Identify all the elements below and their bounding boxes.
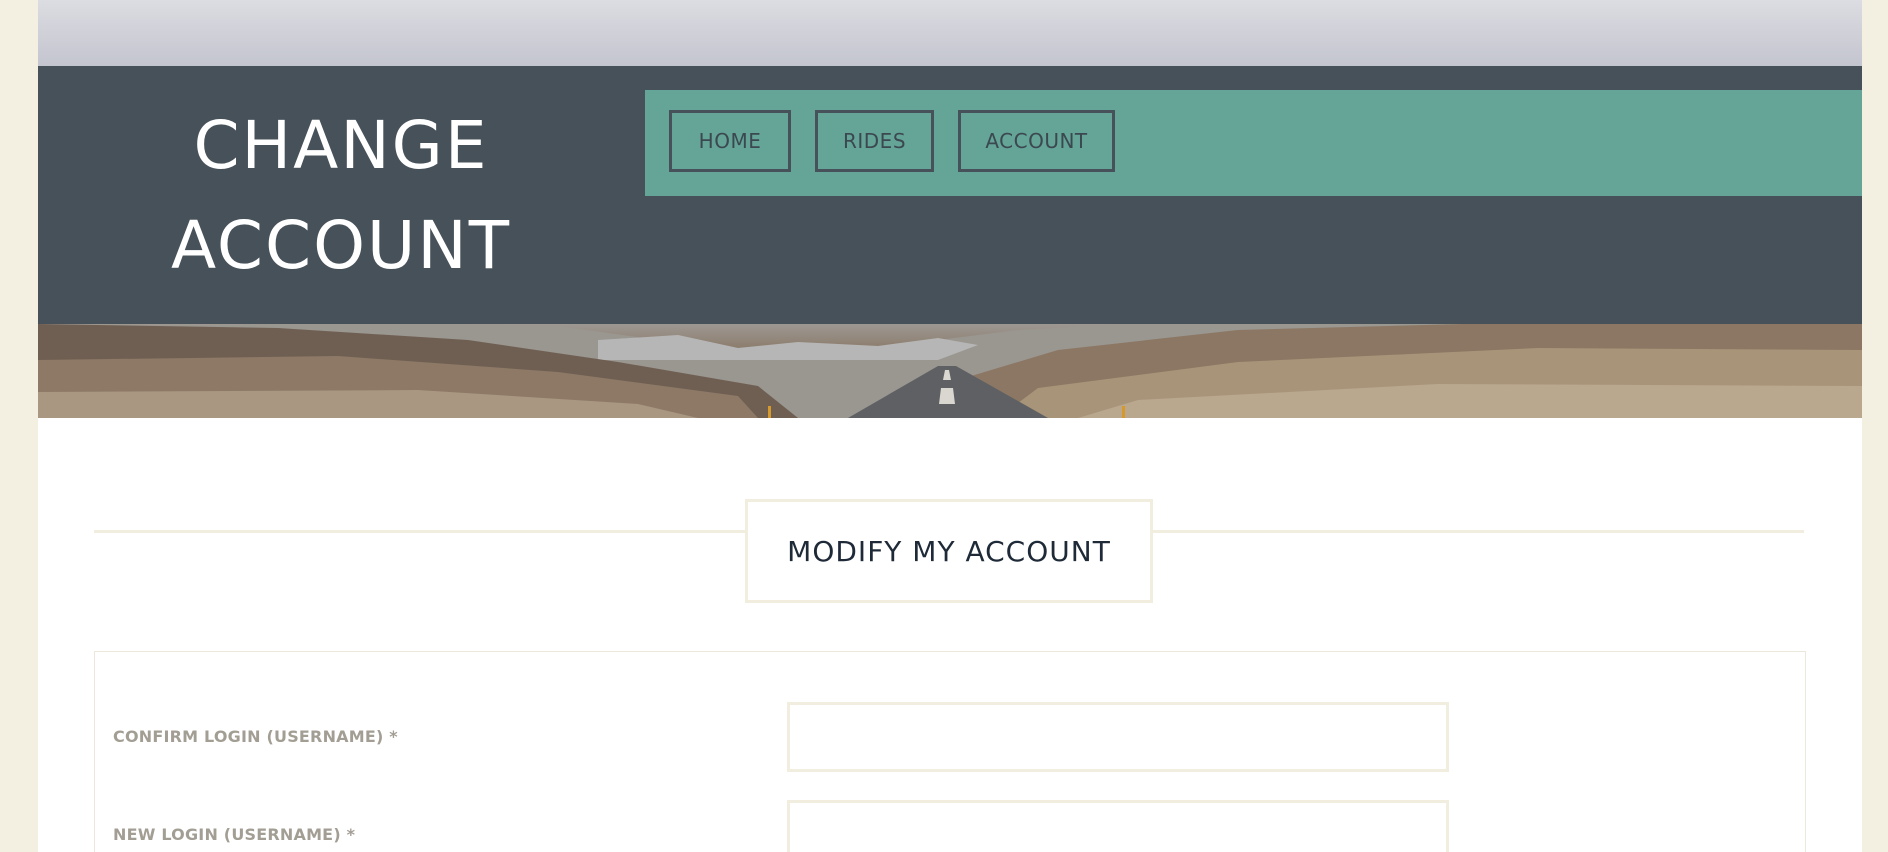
confirm-login-label: CONFIRM LOGIN (USERNAME) * [113, 727, 398, 746]
new-login-label: NEW LOGIN (USERNAME) * [113, 825, 356, 844]
nav-account-button[interactable]: ACCOUNT [958, 110, 1115, 172]
confirm-login-input[interactable] [787, 702, 1449, 772]
page-container: CHANGE ACCOUNT HOME RIDES ACCOUNT MODIFY… [38, 0, 1862, 852]
nav-home-button[interactable]: HOME [669, 110, 791, 172]
nav-rides-button[interactable]: RIDES [815, 110, 934, 172]
new-login-input[interactable] [787, 800, 1449, 852]
page-title-line1: CHANGE [193, 107, 489, 184]
page-title: CHANGE ACCOUNT [38, 96, 644, 296]
main-nav: HOME RIDES ACCOUNT [645, 90, 1862, 196]
modify-account-form: CONFIRM LOGIN (USERNAME) * NEW LOGIN (US… [94, 651, 1806, 852]
page-title-line2: ACCOUNT [170, 207, 512, 284]
section-heading: MODIFY MY ACCOUNT [745, 499, 1153, 603]
